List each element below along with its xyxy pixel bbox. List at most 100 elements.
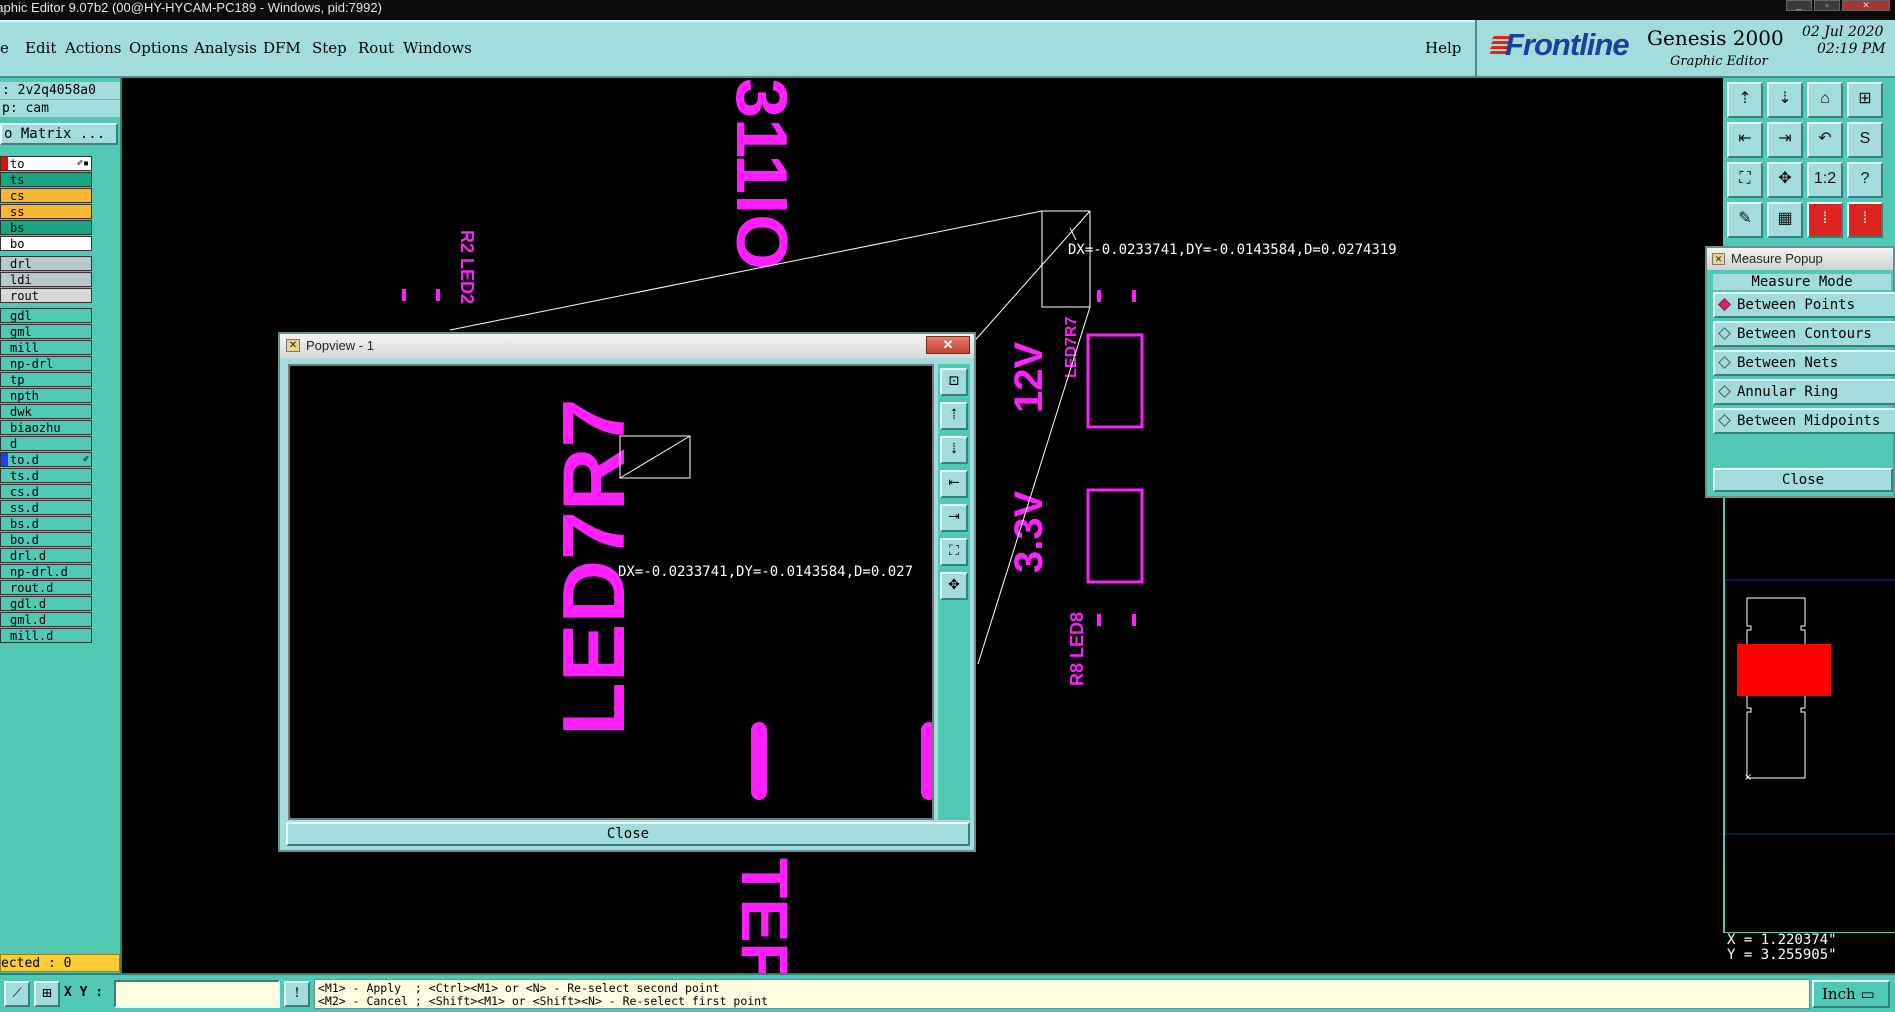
layer-item[interactable]: biaozhu <box>0 420 92 435</box>
undo-icon[interactable]: ↶ <box>1807 122 1843 158</box>
zoom-out-icon[interactable]: ⛶ <box>940 538 968 566</box>
layer-item[interactable]: gdl.d <box>0 596 92 611</box>
layer-item[interactable]: cs.d <box>0 484 92 499</box>
layer-item[interactable]: dwk <box>0 404 92 419</box>
close-window-button[interactable]: ✕ <box>1842 0 1890 11</box>
maximize-button[interactable]: ▫ <box>1814 0 1840 11</box>
layer-color-swatch <box>1 205 8 218</box>
layer-item[interactable]: drl.d <box>0 548 92 563</box>
nets-alt-icon[interactable]: ⁞ <box>1847 202 1883 238</box>
menu-edit[interactable]: Edit <box>25 39 56 57</box>
help-icon[interactable]: ? <box>1847 162 1883 198</box>
layer-name: ts.d <box>10 469 39 483</box>
prev-icon[interactable]: ⇤ <box>1727 122 1763 158</box>
grid-icon[interactable]: ▦ <box>1767 202 1803 238</box>
measure-popup-title-bar[interactable]: ✕ Measure Popup <box>1707 248 1893 270</box>
measure-option-between-points[interactable]: Between Points <box>1713 292 1895 318</box>
cursor-y: Y = 3.255905" <box>1727 947 1837 963</box>
info-icon[interactable]: ! <box>284 981 310 1007</box>
grid-toggle-icon[interactable]: ⊞ <box>34 981 60 1007</box>
layer-item[interactable]: np-drl <box>0 356 92 371</box>
menu-help[interactable]: Help <box>1425 39 1461 57</box>
menu-windows[interactable]: Windows <box>403 39 472 57</box>
layer-item[interactable]: ts <box>0 172 92 187</box>
layer-item[interactable]: npth <box>0 388 92 403</box>
layer-item[interactable]: to ✐▪ <box>0 156 92 171</box>
measure-option-between-midpoints[interactable]: Between Midpoints <box>1713 408 1895 434</box>
layer-item[interactable]: bs.d <box>0 516 92 531</box>
layer-item[interactable]: bo.d <box>0 532 92 547</box>
menu-dfm[interactable]: DFM <box>263 39 301 57</box>
menu-step[interactable]: Step <box>312 39 347 57</box>
layer-item[interactable]: ts.d <box>0 468 92 483</box>
layer-item[interactable]: d <box>0 436 92 451</box>
scale-icon[interactable]: 1:2 <box>1807 162 1843 198</box>
layer-item[interactable]: ss.d <box>0 500 92 515</box>
layer-item[interactable]: bs <box>0 220 92 235</box>
layer-color-swatch <box>1 157 8 170</box>
zoom-in-icon[interactable]: ✥ <box>940 572 968 600</box>
tools-icon[interactable]: ✎ <box>1727 202 1763 238</box>
layer-item[interactable]: bo <box>0 236 92 251</box>
units-selector[interactable]: Inch ▭ <box>1812 980 1890 1008</box>
measure-option-annular-ring[interactable]: Annular Ring <box>1713 379 1895 405</box>
layer-down-icon[interactable]: ⇣ <box>1767 82 1803 118</box>
silkscreen-text-311io: 311IO <box>721 78 801 270</box>
next-icon[interactable]: ⇥ <box>1767 122 1803 158</box>
pan-up-icon[interactable]: ⇡ <box>940 402 968 430</box>
layer-item[interactable]: mill <box>0 340 92 355</box>
zoom-center-icon[interactable]: ✥ <box>1767 162 1803 198</box>
menu-options[interactable]: Options <box>129 39 188 57</box>
layer-name: cs.d <box>10 485 39 499</box>
layer-item[interactable]: ss <box>0 204 92 219</box>
zoom-box-icon[interactable]: ⛶ <box>1727 162 1763 198</box>
pad <box>436 289 440 301</box>
popview-canvas[interactable]: LED7R7 DX=-0.0233741,DY=-0.0143584,D=0.0… <box>288 364 934 820</box>
snap-icon[interactable]: S <box>1847 122 1883 158</box>
menu-rout[interactable]: Rout <box>358 39 394 57</box>
layer-item[interactable]: cs <box>0 188 92 203</box>
pan-down-icon[interactable]: ⇣ <box>940 436 968 464</box>
layer-item[interactable]: rout <box>0 288 92 303</box>
silkscreen-text-led8: R8 LED8 <box>1067 612 1087 686</box>
popview-title-bar[interactable]: ✕ Popview - 1 ✕ <box>280 334 974 358</box>
layer-item[interactable]: drl <box>0 256 92 271</box>
zoom-fit-icon[interactable]: ⊡ <box>940 368 968 396</box>
layer-item[interactable]: tp <box>0 372 92 387</box>
menu-analysis[interactable]: Analysis <box>194 39 257 57</box>
measure-popup-close-button[interactable]: Close <box>1713 468 1893 492</box>
measure-option-between-nets[interactable]: Between Nets <box>1713 350 1895 376</box>
popview-close-icon[interactable]: ✕ <box>926 336 970 354</box>
cursor-x: X = 1.220374" <box>1727 932 1837 948</box>
layer-color-swatch <box>1 485 8 498</box>
layer-item[interactable]: gml <box>0 324 92 339</box>
layer-item[interactable]: gml.d <box>0 612 92 627</box>
step-name: p: cam <box>0 100 120 117</box>
home-icon[interactable]: ⌂ <box>1807 82 1843 118</box>
pan-right-icon[interactable]: ⇥ <box>940 504 968 532</box>
pan-left-icon[interactable]: ⇤ <box>940 470 968 498</box>
layer-item[interactable]: rout.d <box>0 580 92 595</box>
popview-window: ✕ Popview - 1 ✕ LED7R7 DX=-0.0233741,DY=… <box>278 332 976 852</box>
popview-close-button[interactable]: Close <box>286 822 970 846</box>
window-title: raphic Editor 9.07b2 (00@HY-HYCAM-PC189 … <box>0 0 382 15</box>
snap-toggle-icon[interactable]: ⟋ <box>4 981 30 1007</box>
pad <box>1097 290 1101 302</box>
split-view-icon[interactable]: ⊞ <box>1847 82 1883 118</box>
layer-up-icon[interactable]: ⇡ <box>1727 82 1763 118</box>
layer-item[interactable]: ldi <box>0 272 92 287</box>
layer-item[interactable]: mill.d <box>0 628 92 643</box>
menu-file[interactable]: e <box>0 39 9 57</box>
layer-color-swatch <box>1 257 8 270</box>
menu-actions[interactable]: Actions <box>65 39 121 57</box>
layer-item[interactable]: to.d ✐ <box>0 452 92 467</box>
overview-panel[interactable]: × <box>1723 498 1895 973</box>
radio-diamond-icon <box>1718 327 1731 340</box>
matrix-button[interactable]: o Matrix ... <box>0 123 118 145</box>
nets-icon[interactable]: ⁞ <box>1807 202 1843 238</box>
measure-option-between-contours[interactable]: Between Contours <box>1713 321 1895 347</box>
layer-item[interactable]: gdl <box>0 308 92 323</box>
minimize-button[interactable]: _ <box>1786 0 1812 11</box>
layer-item[interactable]: np-drl.d <box>0 564 92 579</box>
xy-input[interactable] <box>114 980 280 1008</box>
